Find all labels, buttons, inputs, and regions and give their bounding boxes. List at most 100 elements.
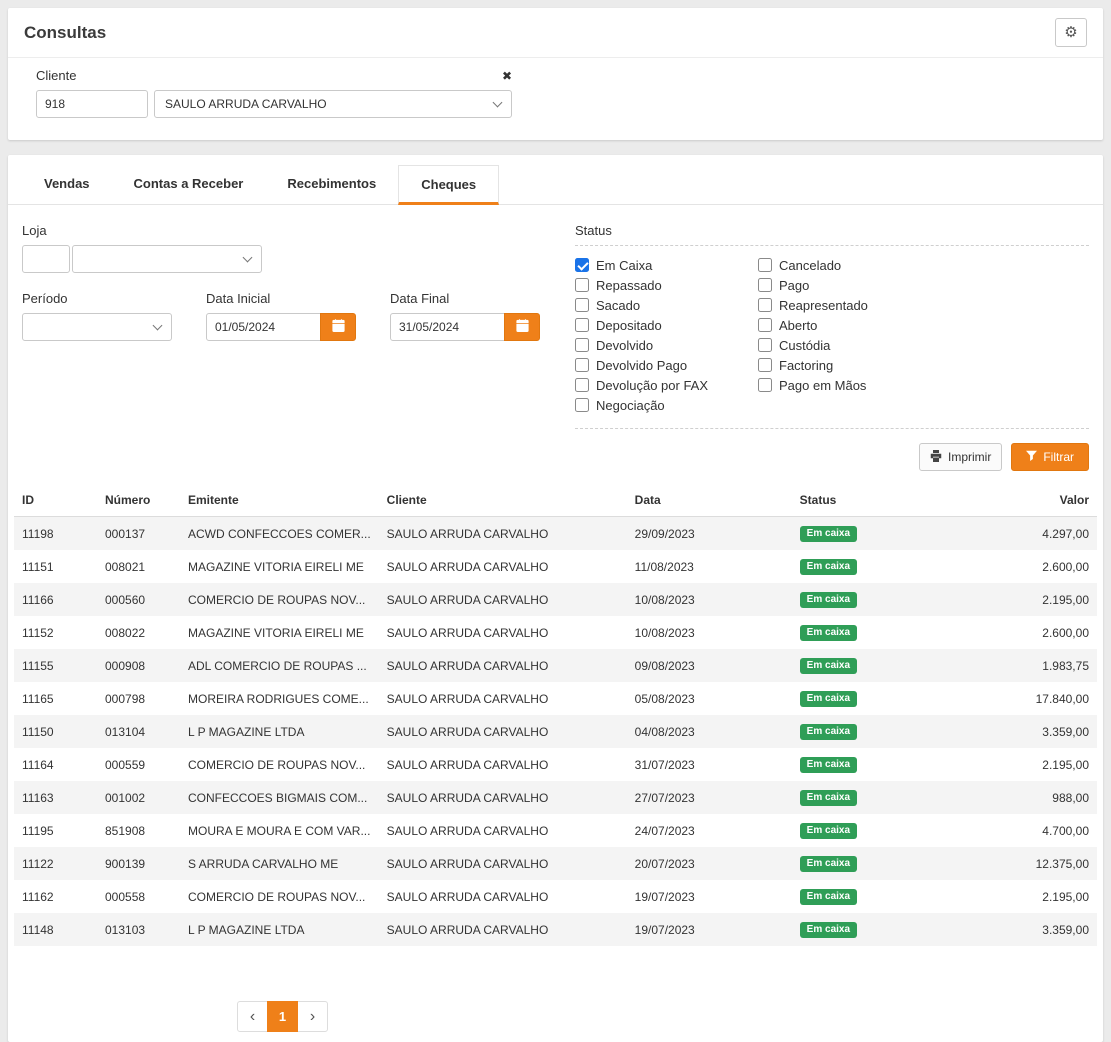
table-row[interactable]: 11155 000908 ADL COMERCIO DE ROUPAS ... …: [14, 649, 1097, 682]
clear-cliente-icon[interactable]: ✖: [502, 70, 512, 82]
table-row[interactable]: 11198 000137 ACWD CONFECCOES COMER... SA…: [14, 517, 1097, 551]
cell-cliente: SAULO ARRUDA CARVALHO: [379, 880, 627, 913]
data-final-input[interactable]: [390, 313, 505, 341]
tab-recebimentos[interactable]: Recebimentos: [265, 165, 398, 205]
cell-id: 11151: [14, 550, 97, 583]
checkbox-icon[interactable]: [758, 318, 772, 332]
cell-id: 11198: [14, 517, 97, 551]
table-row[interactable]: 11148 013103 L P MAGAZINE LTDA SAULO ARR…: [14, 913, 1097, 946]
checkbox-icon[interactable]: [758, 298, 772, 312]
checkbox-icon[interactable]: [575, 378, 589, 392]
tab-vendas[interactable]: Vendas: [22, 165, 112, 205]
gear-icon: ⚙: [1064, 25, 1077, 40]
status-checkbox-item[interactable]: Negociação: [575, 395, 758, 415]
data-inicial-calendar-button[interactable]: [320, 313, 356, 341]
tab-contas-a-receber[interactable]: Contas a Receber: [112, 165, 266, 205]
prev-page-button[interactable]: ‹: [237, 1001, 268, 1032]
cell-status: Em caixa: [792, 880, 952, 913]
cell-numero: 900139: [97, 847, 180, 880]
loja-code-input[interactable]: [22, 245, 70, 273]
cell-data: 20/07/2023: [627, 847, 792, 880]
status-badge: Em caixa: [800, 691, 857, 707]
status-checkbox-item[interactable]: Custódia: [758, 335, 868, 355]
status-checkbox-item[interactable]: Devolução por FAX: [575, 375, 758, 395]
checkbox-icon[interactable]: [575, 298, 589, 312]
pagination: ‹ 1 ›: [237, 1001, 1103, 1032]
data-final-calendar-button[interactable]: [504, 313, 540, 341]
status-checkbox-item[interactable]: Depositado: [575, 315, 758, 335]
status-checkbox-item[interactable]: Em Caixa: [575, 255, 758, 275]
checkbox-icon[interactable]: [575, 278, 589, 292]
tab-label: Contas a Receber: [134, 176, 244, 191]
table-row[interactable]: 11162 000558 COMERCIO DE ROUPAS NOV... S…: [14, 880, 1097, 913]
status-checkbox-item[interactable]: Devolvido Pago: [575, 355, 758, 375]
cell-id: 11162: [14, 880, 97, 913]
table-row[interactable]: 11195 851908 MOURA E MOURA E COM VAR... …: [14, 814, 1097, 847]
chevron-right-icon: ›: [310, 1008, 315, 1026]
cell-numero: 001002: [97, 781, 180, 814]
table-row[interactable]: 11165 000798 MOREIRA RODRIGUES COME... S…: [14, 682, 1097, 715]
table-row[interactable]: 11163 001002 CONFECCOES BIGMAIS COM... S…: [14, 781, 1097, 814]
cell-emitente: COMERCIO DE ROUPAS NOV...: [180, 748, 379, 781]
table-row[interactable]: 11166 000560 COMERCIO DE ROUPAS NOV... S…: [14, 583, 1097, 616]
checkbox-icon[interactable]: [758, 358, 772, 372]
table-row[interactable]: 11164 000559 COMERCIO DE ROUPAS NOV... S…: [14, 748, 1097, 781]
status-checkbox-item[interactable]: Cancelado: [758, 255, 868, 275]
imprimir-button[interactable]: Imprimir: [919, 443, 1002, 471]
col-header-status: Status: [792, 483, 952, 517]
checkbox-icon[interactable]: [575, 258, 589, 272]
status-checkbox-item[interactable]: Factoring: [758, 355, 868, 375]
cliente-label: Cliente: [36, 68, 76, 83]
cell-valor: 2.195,00: [952, 748, 1097, 781]
status-checkbox-item[interactable]: Aberto: [758, 315, 868, 335]
checkbox-icon[interactable]: [758, 278, 772, 292]
imprimir-label: Imprimir: [948, 450, 991, 464]
table-row[interactable]: 11151 008021 MAGAZINE VITORIA EIRELI ME …: [14, 550, 1097, 583]
cell-emitente: L P MAGAZINE LTDA: [180, 913, 379, 946]
chevron-down-icon: [243, 252, 253, 262]
checkbox-icon[interactable]: [758, 258, 772, 272]
status-checkbox-item[interactable]: Pago em Mãos: [758, 375, 868, 395]
cliente-select[interactable]: SAULO ARRUDA CARVALHO: [154, 90, 512, 118]
checkbox-icon[interactable]: [575, 318, 589, 332]
page-1-button[interactable]: 1: [267, 1001, 298, 1032]
table-row[interactable]: 11152 008022 MAGAZINE VITORIA EIRELI ME …: [14, 616, 1097, 649]
table-row[interactable]: 11122 900139 S ARRUDA CARVALHO ME SAULO …: [14, 847, 1097, 880]
cell-status: Em caixa: [792, 781, 952, 814]
checkbox-icon[interactable]: [575, 398, 589, 412]
checkbox-icon[interactable]: [758, 378, 772, 392]
periodo-select[interactable]: [22, 313, 172, 341]
cell-valor: 4.700,00: [952, 814, 1097, 847]
data-inicial-input[interactable]: [206, 313, 321, 341]
filtrar-label: Filtrar: [1043, 450, 1074, 464]
cell-numero: 008021: [97, 550, 180, 583]
checkbox-label: Aberto: [779, 318, 817, 333]
next-page-button[interactable]: ›: [297, 1001, 328, 1032]
cell-data: 24/07/2023: [627, 814, 792, 847]
cell-data: 19/07/2023: [627, 880, 792, 913]
table-row[interactable]: 11150 013104 L P MAGAZINE LTDA SAULO ARR…: [14, 715, 1097, 748]
checkbox-icon[interactable]: [758, 338, 772, 352]
checkbox-icon[interactable]: [575, 358, 589, 372]
checkbox-icon[interactable]: [575, 338, 589, 352]
cell-emitente: CONFECCOES BIGMAIS COM...: [180, 781, 379, 814]
checkbox-label: Custódia: [779, 338, 830, 353]
tab-label: Vendas: [44, 176, 90, 191]
tab-cheques[interactable]: Cheques: [398, 165, 499, 205]
cell-data: 27/07/2023: [627, 781, 792, 814]
status-badge: Em caixa: [800, 856, 857, 872]
data-final-group: Data Final: [390, 291, 540, 341]
filtrar-button[interactable]: Filtrar: [1011, 443, 1089, 471]
status-checkbox-item[interactable]: Repassado: [575, 275, 758, 295]
cell-cliente: SAULO ARRUDA CARVALHO: [379, 649, 627, 682]
status-checkbox-item[interactable]: Reapresentado: [758, 295, 868, 315]
status-checkbox-item[interactable]: Pago: [758, 275, 868, 295]
cliente-code-input[interactable]: [36, 90, 148, 118]
cell-data: 19/07/2023: [627, 913, 792, 946]
col-header-id: ID: [14, 483, 97, 517]
status-checkbox-item[interactable]: Devolvido: [575, 335, 758, 355]
settings-button[interactable]: ⚙: [1055, 18, 1087, 47]
cell-numero: 000559: [97, 748, 180, 781]
status-checkbox-item[interactable]: Sacado: [575, 295, 758, 315]
loja-select[interactable]: [72, 245, 262, 273]
